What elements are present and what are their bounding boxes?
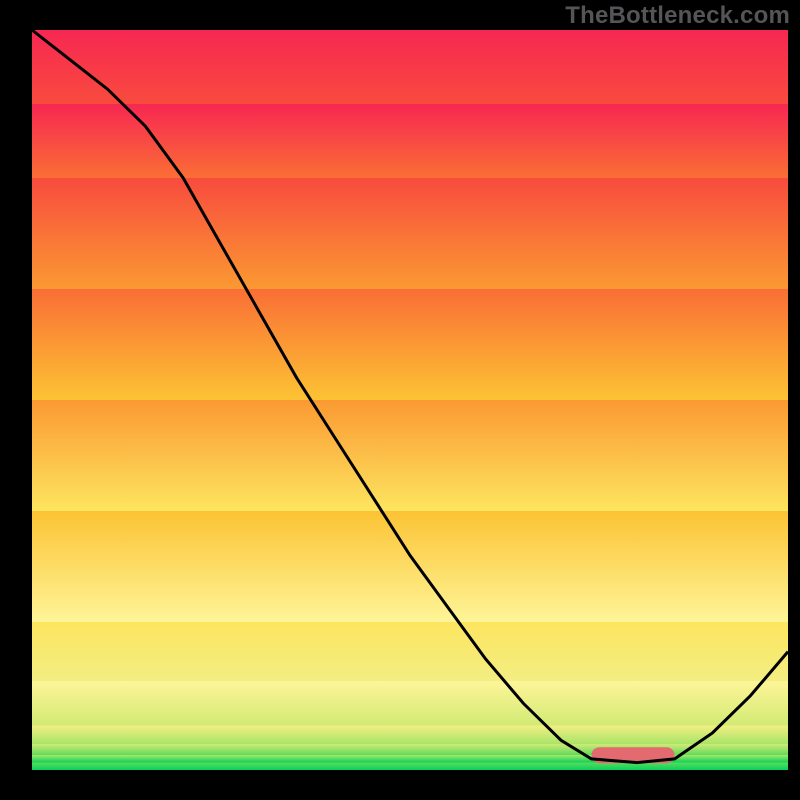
bottleneck-chart	[0, 0, 800, 800]
frame-bottom	[0, 770, 800, 800]
watermark-text: TheBottleneck.com	[565, 2, 790, 30]
frame-left	[0, 0, 32, 800]
chart-wrapper: TheBottleneck.com	[0, 0, 800, 800]
plot-background	[32, 30, 788, 770]
frame-right	[788, 0, 800, 800]
